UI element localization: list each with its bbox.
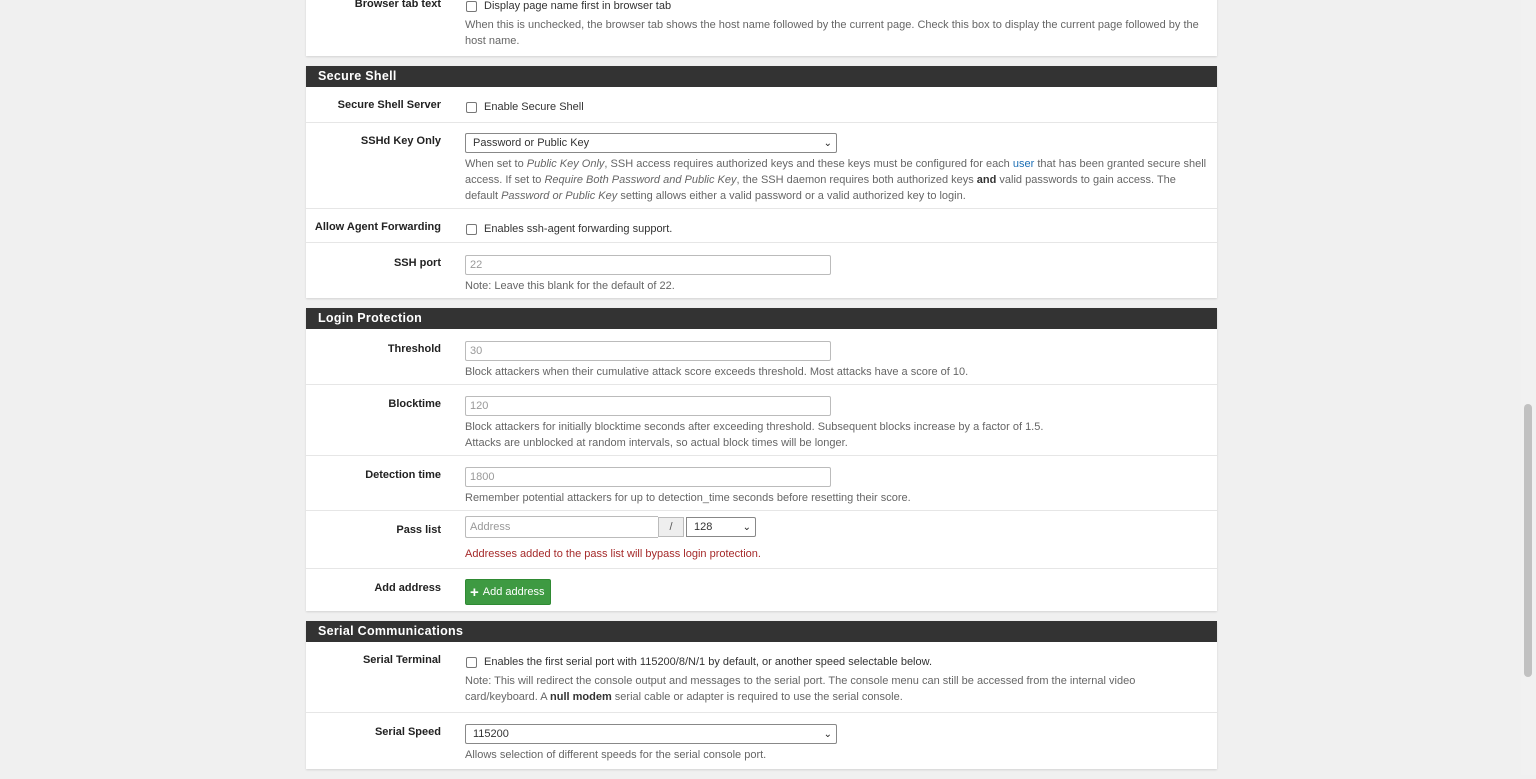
pass-list-mask-select[interactable]: 128 ⌄ — [686, 517, 756, 537]
webconfigurator-panel: Browser tab text Display page name first… — [306, 0, 1217, 56]
blocktime-help-line1: Block attackers for initially blocktime … — [465, 421, 1044, 433]
agent-forwarding-checkbox[interactable] — [466, 223, 477, 235]
blocktime-label: Blocktime — [388, 398, 441, 410]
agent-forwarding-label: Allow Agent Forwarding — [314, 221, 441, 233]
detection-time-row: Detection time Remember potential attack… — [306, 456, 1217, 511]
pass-list-address-input[interactable] — [465, 516, 658, 538]
blocktime-help-line2: Attacks are unblocked at random interval… — [465, 437, 848, 449]
slash-addon: / — [658, 517, 684, 537]
secure-shell-heading: Secure Shell — [306, 66, 1217, 87]
enable-ssh-checkbox[interactable] — [466, 101, 477, 113]
chevron-down-icon: ⌄ — [823, 728, 832, 740]
add-address-row: Add address + Add address — [306, 569, 1217, 611]
ssh-key-only-value: Password or Public Key — [473, 137, 590, 149]
blocktime-row: Blocktime Block attackers for initially … — [306, 385, 1217, 456]
threshold-row: Threshold Block attackers when their cum… — [306, 329, 1217, 385]
agent-forwarding-checkbox-label[interactable]: Enables ssh-agent forwarding support. — [484, 221, 672, 237]
scrollbar-thumb[interactable] — [1524, 404, 1532, 677]
serial-speed-help: Allows selection of different speeds for… — [465, 749, 767, 761]
ssh-port-input[interactable] — [465, 255, 831, 275]
ssh-server-label: Secure Shell Server — [337, 99, 441, 111]
secure-shell-panel: Secure Shell Secure Shell Server Enable … — [306, 66, 1217, 298]
serial-communications-panel: Serial Communications Serial Terminal En… — [306, 621, 1217, 769]
login-protection-panel: Login Protection Threshold Block attacke… — [306, 308, 1217, 611]
chevron-down-icon: ⌄ — [742, 521, 751, 533]
threshold-input[interactable] — [465, 341, 831, 361]
add-address-button-label: Add address — [482, 586, 545, 598]
blocktime-help: Block attackers for initially blocktime … — [465, 419, 1211, 451]
serial-terminal-checkbox[interactable] — [466, 656, 477, 668]
blocktime-input[interactable] — [465, 396, 831, 416]
detection-time-label: Detection time — [365, 469, 441, 481]
ssh-key-only-row: SSHd Key Only Password or Public Key ⌄ W… — [306, 123, 1217, 209]
threshold-label: Threshold — [387, 343, 441, 355]
detection-time-input[interactable] — [465, 467, 831, 487]
pass-list-row: Pass list / 128 ⌄ Addresses added to the… — [306, 511, 1217, 569]
threshold-help: Block attackers when their cumulative at… — [465, 366, 969, 378]
pass-list-help: Addresses added to the pass list will by… — [465, 548, 761, 560]
serial-terminal-help: Note: This will redirect the console out… — [465, 675, 1136, 703]
ssh-port-row: SSH port Note: Leave this blank for the … — [306, 243, 1217, 298]
serial-speed-label: Serial Speed — [374, 726, 441, 738]
serial-terminal-row: Serial Terminal Enables the first serial… — [306, 642, 1217, 713]
detection-time-help: Remember potential attackers for up to d… — [465, 492, 911, 504]
browser-tab-help: When this is unchecked, the browser tab … — [465, 19, 1199, 47]
chevron-down-icon: ⌄ — [823, 137, 832, 149]
mask-value: 128 — [694, 521, 713, 533]
add-address-label: Add address — [374, 582, 441, 594]
browser-tab-checkbox-label[interactable]: Display page name first in browser tab — [484, 0, 671, 14]
page-scrollbar[interactable] — [1521, 0, 1536, 775]
ssh-port-label: SSH port — [393, 257, 441, 269]
agent-forwarding-row: Allow Agent Forwarding Enables ssh-agent… — [306, 209, 1217, 243]
ssh-key-only-help: When set to Public Key Only, SSH access … — [465, 158, 1207, 202]
ssh-key-only-label: SSHd Key Only — [360, 135, 441, 147]
browser-tab-label: Browser tab text — [354, 0, 441, 10]
add-address-button[interactable]: + Add address — [465, 579, 551, 605]
serial-speed-select[interactable]: 115200 ⌄ — [465, 724, 837, 744]
login-protection-heading: Login Protection — [306, 308, 1217, 329]
serial-speed-row: Serial Speed 115200 ⌄ Allows selection o… — [306, 713, 1217, 769]
serial-speed-value: 115200 — [473, 728, 509, 740]
serial-communications-heading: Serial Communications — [306, 621, 1217, 642]
ssh-server-row: Secure Shell Server Enable Secure Shell — [306, 87, 1217, 123]
user-link[interactable]: user — [1013, 158, 1034, 170]
ssh-port-help: Note: Leave this blank for the default o… — [465, 280, 675, 292]
serial-terminal-checkbox-label[interactable]: Enables the first serial port with 11520… — [484, 654, 932, 670]
settings-content: Browser tab text Display page name first… — [306, 0, 1217, 779]
browser-tab-row: Browser tab text Display page name first… — [306, 0, 1217, 56]
pass-list-label: Pass list — [396, 524, 441, 536]
plus-icon: + — [470, 583, 479, 601]
browser-tab-checkbox[interactable] — [466, 0, 477, 12]
enable-ssh-checkbox-label[interactable]: Enable Secure Shell — [484, 99, 584, 115]
serial-terminal-label: Serial Terminal — [362, 654, 441, 666]
ssh-key-only-select[interactable]: Password or Public Key ⌄ — [465, 133, 837, 153]
